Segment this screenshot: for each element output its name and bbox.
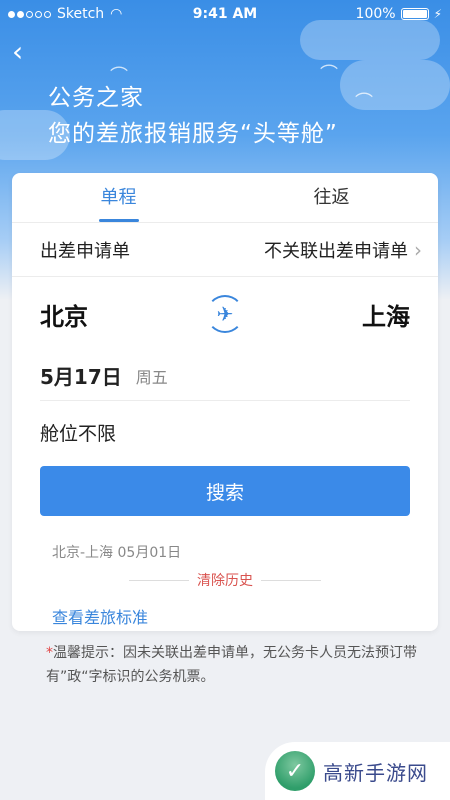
- arrival-city[interactable]: 上海: [362, 297, 410, 332]
- divider: [129, 579, 189, 581]
- tab-one-way[interactable]: 单程: [12, 173, 225, 222]
- notice-message: 温馨提示：因未关联出差申请单，无公务卡人员无法预订带有”政“字标识的公务机票。: [46, 645, 417, 685]
- cabin-class-row[interactable]: 舱位不限: [40, 401, 410, 463]
- watermark-logo-icon: ✓: [275, 751, 315, 791]
- bird-decoration: ⌒: [320, 64, 338, 85]
- clear-history-row: 清除历史: [12, 570, 438, 590]
- page-subtitle: 您的差旅报销服务“头等舱”: [48, 121, 338, 147]
- travel-application-value: 不关联出差申请单: [264, 240, 408, 262]
- route-row: 北京 ✈ 上海: [12, 277, 438, 351]
- search-button[interactable]: 搜索: [40, 466, 410, 516]
- history-item[interactable]: 北京-上海 05月01日: [52, 542, 398, 562]
- date-row[interactable]: 5月17日 周五: [40, 351, 410, 401]
- departure-date: 5月17日: [40, 365, 122, 389]
- status-bar: Sketch ◠ 9:41 AM 100% ⚡: [0, 0, 450, 28]
- required-star: *: [46, 645, 53, 661]
- booking-card: 单程 往返 出差申请单 不关联出差申请单 › 北京 ✈ 上海 5月17日 周五 …: [12, 173, 438, 631]
- clear-history-button[interactable]: 清除历史: [197, 570, 253, 590]
- bird-decoration: ⌒: [355, 92, 373, 113]
- page-title: 公务之家: [48, 85, 144, 111]
- travel-standard-link[interactable]: 查看差旅标准: [52, 604, 398, 628]
- travel-application-row[interactable]: 出差申请单 不关联出差申请单 ›: [12, 223, 438, 277]
- departure-weekday: 周五: [135, 367, 168, 387]
- chevron-right-icon: ›: [414, 237, 422, 262]
- carrier-label: Sketch: [57, 6, 105, 22]
- charging-icon: ⚡: [433, 7, 442, 21]
- notice-text: *温馨提示：因未关联出差申请单，无公务卡人员无法预订带有”政“字标识的公务机票。: [46, 641, 438, 689]
- wifi-icon: ◠: [110, 6, 123, 22]
- signal-icon: [8, 10, 51, 18]
- plane-swap-icon[interactable]: ✈: [206, 295, 244, 333]
- battery-icon: [400, 8, 429, 20]
- chevron-left-icon[interactable]: ‹: [12, 38, 36, 66]
- trip-type-tabs: 单程 往返: [12, 173, 438, 223]
- tab-round-trip[interactable]: 往返: [225, 173, 438, 222]
- watermark: ✓ 高新手游网: [265, 742, 450, 800]
- departure-city[interactable]: 北京: [40, 297, 88, 332]
- watermark-text: 高新手游网: [323, 760, 428, 785]
- divider: [261, 579, 321, 581]
- battery-label: 100%: [355, 6, 396, 22]
- travel-application-label: 出差申请单: [40, 240, 130, 262]
- status-time: 9:41 AM: [192, 6, 258, 22]
